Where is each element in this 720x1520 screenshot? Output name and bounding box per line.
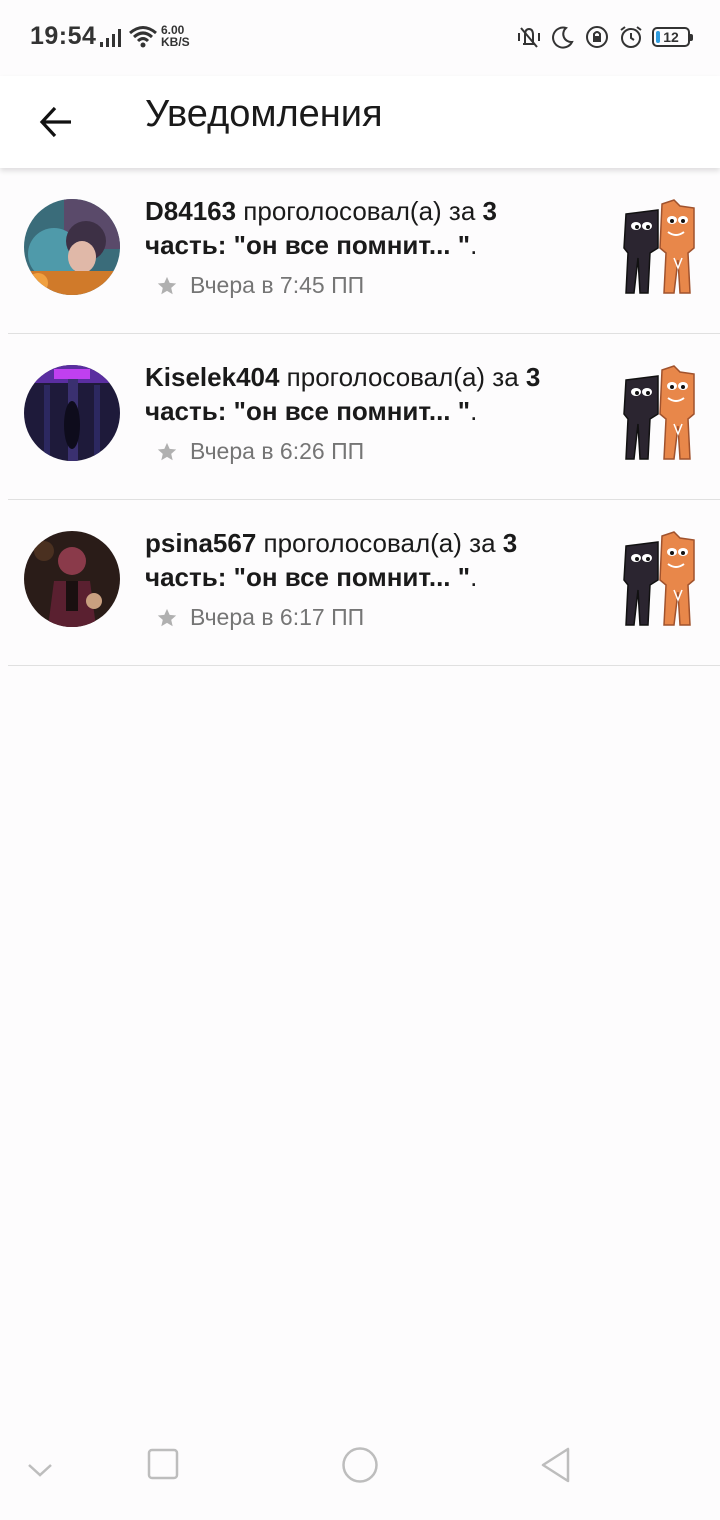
- notification-end: .: [470, 230, 478, 260]
- avatar[interactable]: [24, 199, 120, 295]
- wifi-icon: [129, 26, 157, 48]
- notification-time: Вчера в 6:17 ПП: [190, 604, 365, 630]
- notification-item[interactable]: D84163 проголосовал(а) за 3 часть: "он в…: [8, 168, 720, 334]
- battery-icon: 12: [652, 27, 693, 47]
- notification-action: проголосовал(а) за: [236, 196, 483, 226]
- app-bar: Уведомления: [0, 76, 720, 168]
- notification-action: проголосовал(а) за: [256, 528, 503, 558]
- star-icon: [157, 442, 177, 460]
- notification-text: D84163 проголосовал(а) за 3 часть: "он в…: [145, 194, 585, 262]
- avatar[interactable]: [24, 365, 120, 461]
- notification-item[interactable]: psina567 проголосовал(а) за 3 часть: "он…: [8, 500, 720, 666]
- rotation-lock-icon: [586, 26, 608, 48]
- story-cover-thumbnail[interactable]: [618, 198, 698, 296]
- notification-user: psina567: [145, 528, 257, 558]
- star-icon: [157, 608, 177, 626]
- notification-meta: Вчера в 6:26 ПП: [156, 438, 364, 465]
- notification-time: Вчера в 7:45 ПП: [190, 272, 365, 298]
- net-speed-unit: KB/S: [161, 35, 190, 49]
- avatar[interactable]: [24, 531, 120, 627]
- notification-text: Kiselek404 проголосовал(а) за 3 часть: "…: [145, 360, 585, 428]
- back-button[interactable]: [28, 94, 84, 150]
- notification-meta: Вчера в 7:45 ПП: [156, 272, 364, 299]
- story-cover-thumbnail[interactable]: [618, 530, 698, 628]
- notification-item[interactable]: Kiselek404 проголосовал(а) за 3 часть: "…: [8, 334, 720, 500]
- status-bar: 19:54 6.00 KB/S 12: [0, 0, 720, 76]
- page-title: Уведомления: [145, 93, 383, 135]
- vibrate-icon: [518, 27, 540, 48]
- notification-list: D84163 проголосовал(а) за 3 часть: "он в…: [0, 168, 720, 666]
- system-nav-bar: [0, 1422, 720, 1520]
- star-icon: [157, 276, 177, 294]
- alarm-icon: [620, 26, 642, 48]
- signal-icon: [100, 29, 121, 47]
- notification-meta: Вчера в 6:17 ПП: [156, 604, 364, 631]
- status-time: 19:54: [30, 22, 97, 50]
- notification-end: .: [470, 562, 478, 592]
- notification-text: psina567 проголосовал(а) за 3 часть: "он…: [145, 526, 585, 594]
- net-speed: 6.00 KB/S: [161, 24, 190, 48]
- hide-nav-chevron-icon[interactable]: [26, 1460, 54, 1480]
- story-cover-thumbnail[interactable]: [618, 364, 698, 462]
- notification-end: .: [470, 396, 478, 426]
- back-nav-button[interactable]: [538, 1445, 574, 1485]
- moon-icon: [552, 26, 574, 49]
- home-button[interactable]: [340, 1445, 380, 1485]
- notification-user: Kiselek404: [145, 362, 280, 392]
- notification-time: Вчера в 6:26 ПП: [190, 438, 365, 464]
- battery-level: 12: [663, 29, 679, 45]
- recents-button[interactable]: [146, 1447, 180, 1481]
- notification-action: проголосовал(а) за: [279, 362, 526, 392]
- arrow-left-icon: [39, 106, 71, 138]
- notification-user: D84163: [145, 196, 237, 226]
